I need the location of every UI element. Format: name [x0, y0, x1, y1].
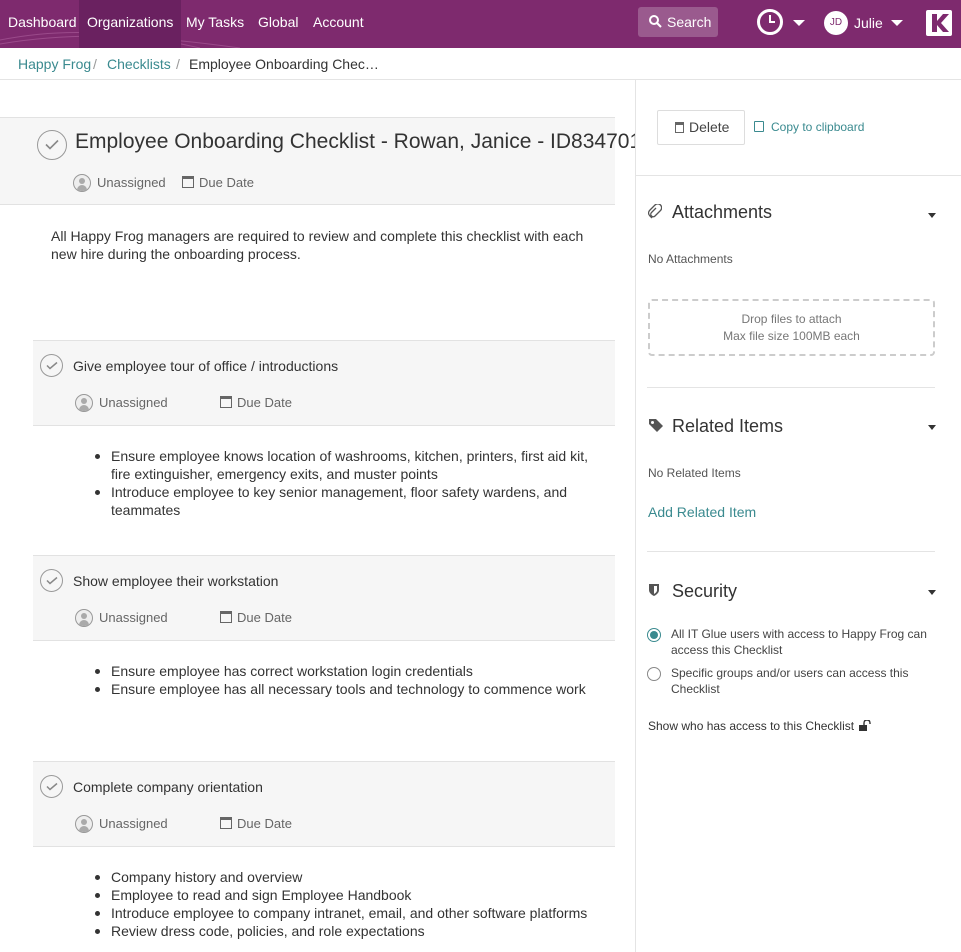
breadcrumb-org[interactable]: Happy Frog [18, 48, 91, 80]
checkmark-icon [45, 139, 59, 150]
breadcrumb-current: Employee Onboarding Chec… [189, 56, 379, 72]
copy-label: Copy to clipboard [771, 120, 865, 134]
task-complete-toggle[interactable] [40, 569, 63, 592]
access-specific-radio[interactable] [647, 667, 661, 681]
search-label: Search [667, 14, 712, 30]
user-menu-name[interactable]: Julie [854, 0, 883, 46]
checkmark-icon [45, 361, 57, 370]
avatar[interactable]: JD [824, 11, 848, 35]
list-item: Ensure employee knows location of washro… [93, 447, 603, 483]
file-dropzone[interactable]: Drop files to attach Max file size 100MB… [648, 299, 935, 356]
task-title[interactable]: Show employee their workstation [73, 573, 278, 589]
related-items-heading: Related Items [672, 416, 784, 436]
access-all-label[interactable]: All IT Glue users with access to Happy F… [671, 626, 941, 658]
task-notes: Company history and overview Employee to… [93, 868, 603, 940]
breadcrumb-separator: / [93, 56, 97, 72]
task-title[interactable]: Give employee tour of office / introduct… [73, 358, 338, 374]
show-access-label: Show who has access to this Checklist [648, 719, 855, 733]
breadcrumb-separator: / [176, 56, 180, 72]
nav-my-tasks[interactable]: My Tasks [178, 0, 252, 48]
nav-global[interactable]: Global [250, 0, 306, 48]
unlock-icon [859, 719, 872, 731]
related-items-collapse-icon[interactable] [928, 425, 936, 430]
task-notes: Ensure employee has correct workstation … [93, 662, 603, 698]
brand-logo[interactable] [926, 10, 952, 36]
breadcrumb-checklists[interactable]: Checklists [107, 48, 171, 80]
nav-account[interactable]: Account [305, 0, 372, 48]
dropzone-line-1: Drop files to attach [741, 312, 842, 326]
list-item: Introduce employee to key senior managem… [93, 483, 603, 519]
sidebar-actions: Delete Copy to clipboard [636, 80, 961, 176]
task-header: Complete company orientation Unassigned … [33, 761, 615, 847]
related-items-empty-text: No Related Items [648, 466, 741, 480]
calendar-icon [220, 396, 232, 408]
task-complete-toggle[interactable] [40, 775, 63, 798]
delete-label: Delete [689, 119, 730, 135]
list-item: Introduce employee to company intranet, … [93, 904, 603, 922]
task-assignee-selector[interactable]: Unassigned [99, 610, 168, 625]
task-assignee-selector[interactable]: Unassigned [99, 395, 168, 410]
task-due-date-selector[interactable]: Due Date [237, 395, 292, 410]
person-icon [75, 609, 93, 627]
task-complete-toggle[interactable] [40, 354, 63, 377]
top-nav: Dashboard Organizations My Tasks Global … [0, 0, 961, 48]
trash-icon [675, 122, 684, 133]
checkmark-icon [45, 782, 57, 791]
task-header: Give employee tour of office / introduct… [33, 340, 615, 426]
search-button[interactable]: Search [638, 7, 718, 37]
task-due-date-selector[interactable]: Due Date [237, 610, 292, 625]
list-item: Company history and overview [93, 868, 603, 886]
access-all-radio[interactable] [647, 628, 661, 642]
user-menu-chevron-icon[interactable] [891, 20, 903, 26]
clock-icon[interactable] [757, 9, 783, 35]
dropzone-line-2: Max file size 100MB each [723, 329, 860, 343]
task-notes: Ensure employee knows location of washro… [93, 447, 603, 519]
show-access-link[interactable]: Show who has access to this Checklist [648, 719, 872, 733]
security-collapse-icon[interactable] [928, 590, 936, 595]
checklist-complete-toggle[interactable] [37, 130, 67, 160]
calendar-icon [182, 176, 194, 188]
attachments-collapse-icon[interactable] [928, 213, 936, 218]
nav-dashboard[interactable]: Dashboard [0, 0, 85, 48]
copy-icon [754, 121, 764, 132]
list-item: Ensure employee has all necessary tools … [93, 680, 603, 698]
task-title[interactable]: Complete company orientation [73, 779, 263, 795]
nav-organizations[interactable]: Organizations [79, 0, 182, 48]
delete-button[interactable]: Delete [657, 110, 745, 145]
k-logo-icon [932, 14, 949, 32]
divider [647, 551, 935, 552]
tags-icon [649, 419, 663, 432]
paperclip-icon [648, 204, 662, 219]
access-specific-label[interactable]: Specific groups and/or users can access … [671, 665, 941, 697]
person-icon [75, 815, 93, 833]
shield-icon [649, 584, 659, 596]
task-due-date-selector[interactable]: Due Date [237, 816, 292, 831]
list-item: Review dress code, policies, and role ex… [93, 922, 603, 940]
task-assignee-selector[interactable]: Unassigned [99, 816, 168, 831]
sidebar: Delete Copy to clipboard Attachments No … [635, 80, 961, 952]
assignee-selector[interactable]: Unassigned [97, 175, 166, 190]
chevron-down-icon[interactable] [793, 20, 805, 26]
checkmark-icon [45, 576, 57, 585]
list-item: Employee to read and sign Employee Handb… [93, 886, 603, 904]
breadcrumb: Happy Frog / Checklists / Employee Onboa… [0, 48, 961, 80]
divider [647, 387, 935, 388]
calendar-icon [220, 611, 232, 623]
attachments-heading: Attachments [672, 202, 773, 222]
checklist-header: Employee Onboarding Checklist - Rowan, J… [0, 117, 641, 205]
task-header: Show employee their workstation Unassign… [33, 555, 615, 641]
person-icon [75, 394, 93, 412]
page-title: Employee Onboarding Checklist - Rowan, J… [75, 130, 642, 153]
due-date-selector[interactable]: Due Date [199, 175, 254, 190]
checklist-description: All Happy Frog managers are required to … [51, 228, 584, 262]
search-icon [649, 15, 662, 28]
add-related-item-link[interactable]: Add Related Item [648, 504, 756, 520]
attachments-empty-text: No Attachments [648, 252, 733, 266]
security-heading: Security [672, 581, 738, 601]
calendar-icon [220, 817, 232, 829]
list-item: Ensure employee has correct workstation … [93, 662, 603, 680]
person-icon [73, 174, 91, 192]
